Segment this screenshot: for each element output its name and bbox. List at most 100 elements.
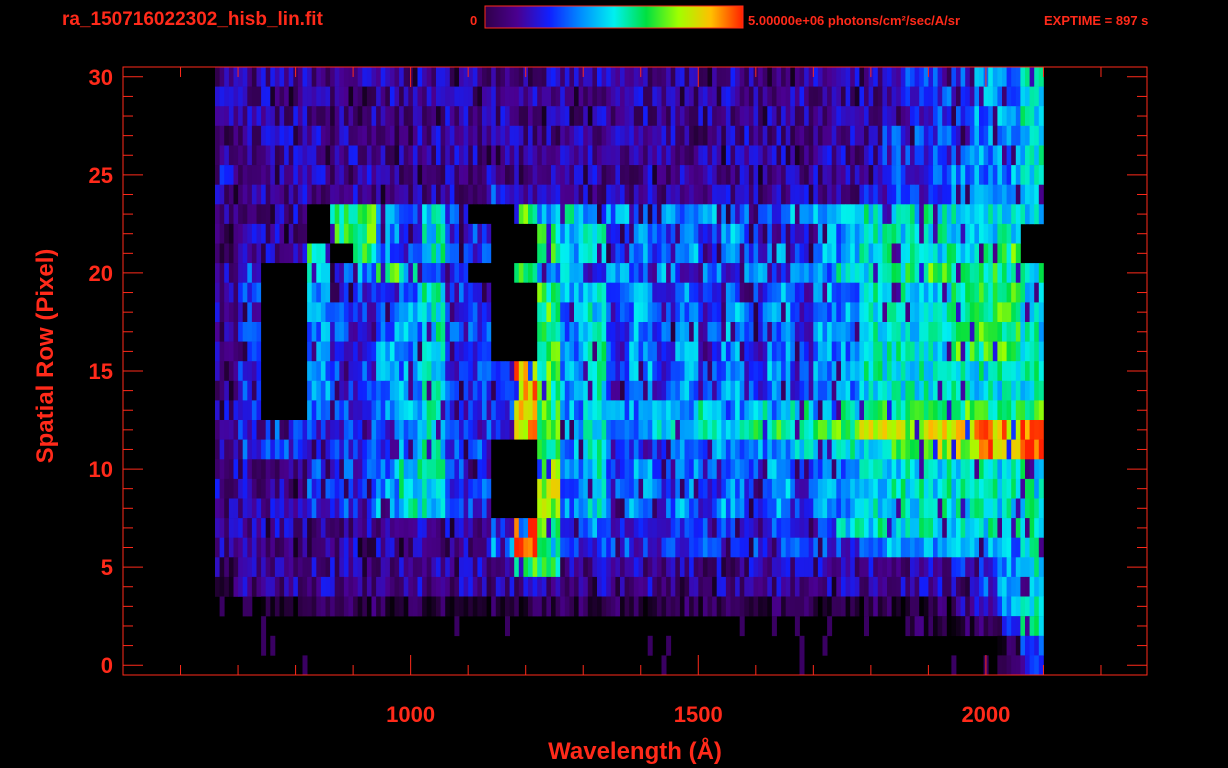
heatmap-cell [422,145,428,166]
heatmap-cell [900,459,906,480]
heatmap-cell [620,400,625,421]
heatmap-cell [247,243,253,264]
heatmap-cell [233,420,239,440]
heatmap-cell [762,184,768,205]
heatmap-cell [1011,478,1017,499]
heatmap-cell [495,518,501,538]
heatmap-cell [219,223,225,244]
heatmap-cell [472,204,478,225]
heatmap-cell [850,420,856,440]
heatmap-cell [799,361,805,382]
heatmap-cell [293,184,299,205]
heatmap-cell [551,86,556,107]
heatmap-cell [1025,380,1030,401]
heatmap-cell [583,361,589,382]
heatmap-cell [288,557,294,578]
heatmap-cell [307,380,313,401]
heatmap-cell [776,263,782,283]
heatmap-cell [477,145,483,166]
heatmap-cell [238,341,244,362]
heatmap-cell [900,125,906,146]
heatmap-cell [592,459,598,480]
heatmap-cell [629,459,635,480]
heatmap-cell [426,420,432,440]
heatmap-cell [670,341,676,362]
heatmap-cell [560,302,566,323]
heatmap-cell [587,478,593,499]
heatmap-cell [845,86,851,107]
heatmap-cell [362,439,368,460]
heatmap-cell [431,282,437,303]
heatmap-cell [597,537,602,558]
heatmap-cell [537,322,543,342]
heatmap-cell [251,380,257,401]
heatmap-cell [822,361,828,382]
heatmap-cell [537,302,543,323]
heatmap-cell [468,67,474,87]
heatmap-cell [238,361,244,382]
heatmap-cell [288,282,294,303]
heatmap-cell [896,420,902,440]
heatmap-cell [610,86,616,107]
heatmap-cell [785,322,791,342]
heatmap-cell [979,165,984,185]
heatmap-cell [735,518,741,538]
heatmap-cell [569,518,575,538]
heatmap-cell [505,576,510,597]
heatmap-cell [900,223,906,244]
heatmap-cell [578,204,584,225]
heatmap-cell [762,302,768,323]
heatmap-cell [794,361,800,382]
heatmap-cell [808,459,814,480]
heatmap-cell [1034,125,1040,146]
heatmap-cell [841,537,846,558]
heatmap-cell [546,125,552,146]
heatmap-cell [215,125,220,146]
heatmap-cell [702,576,708,597]
heatmap-cell [610,145,616,166]
heatmap-cell [348,322,354,342]
heatmap-cell [753,576,759,597]
heatmap-cell [744,282,750,303]
heatmap-cell [845,420,851,440]
heatmap-cell [587,282,593,303]
heatmap-cell [247,145,253,166]
heatmap-cell [693,322,699,342]
heatmap-cell [845,125,851,146]
heatmap-cell [956,380,961,401]
heatmap-cell [578,576,584,597]
spectral-image-chart: ra_150716022302_hisb_lin.fit 0 5.00000e+… [32,5,1148,765]
heatmap-cell [606,243,612,264]
heatmap-cell [969,184,975,205]
heatmap-cell [357,67,363,87]
heatmap-cell [293,518,299,538]
heatmap-cell [238,420,244,440]
heatmap-cell [569,322,575,342]
heatmap-cell [776,341,782,362]
heatmap-cell [1034,420,1040,440]
heatmap-cell [730,184,736,205]
heatmap-cell [578,341,584,362]
heatmap-cell [762,518,768,538]
heatmap-cell [933,282,938,303]
heatmap-cell [850,361,856,382]
heatmap-cell [661,459,667,480]
heatmap-cell [403,459,409,480]
heatmap-cell [675,478,681,499]
heatmap-cell [725,322,731,342]
heatmap-cell [647,204,653,225]
heatmap-cell [675,596,681,617]
heatmap-cell [868,322,874,342]
heatmap-cell [297,576,303,597]
heatmap-cell [468,263,474,283]
heatmap-cell [794,439,800,460]
heatmap-cell [854,67,860,87]
heatmap-cell [661,537,667,558]
heatmap-cell [495,576,501,597]
heatmap-cell [454,184,460,205]
heatmap-cell [762,439,768,460]
heatmap-cell [822,223,828,244]
heatmap-cell [270,576,276,597]
heatmap-cell [408,243,414,264]
heatmap-cell [537,106,543,127]
